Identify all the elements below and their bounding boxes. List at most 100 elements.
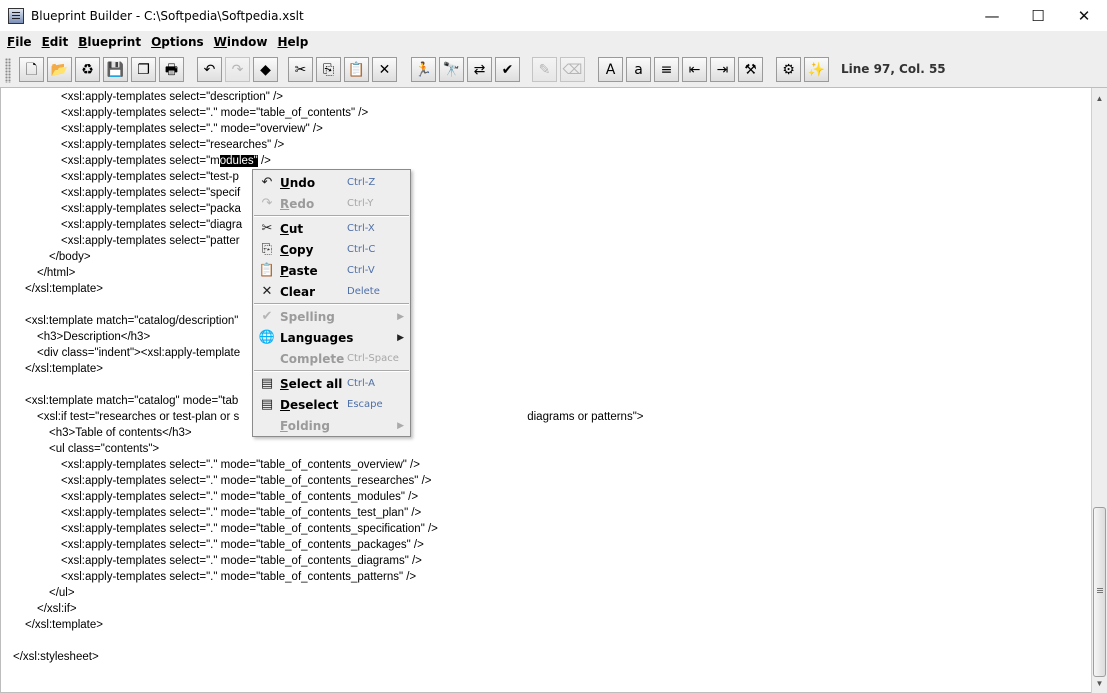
context-menu-item-folding[interactable]: Folding ▶ (253, 415, 410, 436)
code-line: <xsl:apply-templates select="." mode="ta… (61, 459, 420, 471)
vertical-scrollbar[interactable]: ▲ ▼ (1091, 88, 1107, 693)
shortcut-hint: Ctrl-Space (347, 353, 399, 364)
redo-icon: ↷ (261, 196, 273, 211)
context-menu-item-undo[interactable]: ↶ Undo Ctrl-Z (253, 172, 410, 193)
code-line: <xsl:apply-templates select="modules" /> (61, 153, 271, 169)
context-menu-label: Folding (280, 418, 330, 433)
save-all-icon[interactable]: ❐ (131, 57, 156, 82)
code-line: <xsl:apply-templates select="." mode="ta… (61, 107, 369, 119)
undo-icon: ↶ (261, 175, 273, 190)
redo-icon[interactable]: ↷ (225, 57, 250, 82)
copy-icon[interactable]: ⎘ (316, 57, 341, 82)
context-menu-item-deselect[interactable]: ▤ Deselect Escape (253, 394, 410, 415)
lowercase-icon[interactable]: a (626, 57, 651, 82)
context-menu-item-redo[interactable]: ↷ Redo Ctrl-Y (253, 193, 410, 214)
indent-decrease-icon[interactable]: ⇤ (682, 57, 707, 82)
code-line: <xsl:apply-templates select="." mode="ta… (61, 507, 422, 519)
code-line: <xsl:apply-templates select="." mode="ov… (61, 123, 323, 135)
cut-icon[interactable]: ✂ (288, 57, 313, 82)
recycle-icon[interactable]: ♻ (75, 57, 100, 82)
context-menu-item-complete[interactable]: Complete Ctrl-Space (253, 348, 410, 369)
context-menu-item-select-all[interactable]: ▤ Select all Ctrl-A (253, 373, 410, 394)
code-line: <ul class="contents"> (49, 443, 160, 455)
window-title: Blueprint Builder - C:\Softpedia\Softped… (31, 8, 304, 23)
context-menu-label: Deselect (280, 397, 339, 412)
code-text: /> (257, 155, 271, 167)
code-line: </xsl:if> (37, 603, 77, 615)
new-document-icon[interactable]: 🗋 (19, 57, 44, 82)
minimize-icon[interactable]: — (969, 0, 1015, 31)
save-icon[interactable]: 💾 (103, 57, 128, 82)
paste-icon: 📋 (258, 263, 276, 278)
goto-icon[interactable]: 🏃 (411, 57, 436, 82)
code-line: <h3>Table of contents</h3> (49, 427, 192, 439)
context-menu-label: Spelling (280, 309, 335, 324)
scroll-up-arrow-icon[interactable]: ▲ (1092, 90, 1107, 106)
code-line: <xsl:apply-templates select="test-p (61, 171, 239, 183)
code-line: <xsl:apply-templates select="description… (61, 91, 283, 103)
align-left-icon[interactable]: ≡ (654, 57, 679, 82)
languages-icon: 🌐 (258, 330, 276, 345)
tools-icon[interactable]: ⚒ (738, 57, 763, 82)
menu-separator (254, 215, 409, 217)
replace-icon[interactable]: ⇄ (467, 57, 492, 82)
code-editor[interactable]: <xsl:apply-templates select="description… (0, 88, 1091, 693)
context-menu-label: Languages (280, 330, 354, 345)
code-line: </ul> (49, 587, 75, 599)
code-line: <xsl:template match="catalog" mode="tab (25, 395, 239, 407)
deselect-icon: ▤ (260, 397, 274, 412)
context-menu-label: Clear (280, 284, 316, 299)
shortcut-hint: Ctrl-Y (347, 198, 374, 209)
context-menu-label: Select all (280, 376, 343, 391)
undo-icon[interactable]: ↶ (197, 57, 222, 82)
spellcheck-icon[interactable]: ✔ (495, 57, 520, 82)
context-menu-item-paste[interactable]: 📋 Paste Ctrl-V (253, 260, 410, 281)
find-icon[interactable]: 🔭 (439, 57, 464, 82)
toolbar: Line 97, Col. 55 🗋 📂 ♻ 💾 ❐ 🖶 ↶ ↷ ◆ ✂ ⎘ 📋 ✕ 🏃 🔭 ⇄ ✔ ✎ ⌫ Aa ≡ ⇤… (0, 52, 1107, 88)
code-line: </xsl:stylesheet> (13, 651, 99, 663)
code-line: </xsl:template> (25, 363, 103, 375)
code-line: <xsl:apply-templates select="." mode="ta… (61, 555, 422, 567)
menu-item-file[interactable]: File (2, 35, 37, 49)
shortcut-hint: Ctrl-X (347, 223, 375, 234)
context-menu-item-copy[interactable]: ⎘ Copy Ctrl-C (253, 239, 410, 260)
scrollbar-thumb[interactable] (1093, 507, 1106, 677)
code-line: </html> (37, 267, 76, 279)
menu-separator (254, 303, 409, 305)
close-icon[interactable]: ✕ (1061, 0, 1107, 31)
uppercase-icon[interactable]: A (598, 57, 623, 82)
context-menu-item-clear[interactable]: ✕ Clear Delete (253, 281, 410, 302)
menu-item-help[interactable]: Help (273, 35, 314, 49)
uncomment-icon[interactable]: ⌫ (560, 57, 585, 82)
code-line: </xsl:template> (25, 283, 103, 295)
clear-icon[interactable]: ✕ (372, 57, 397, 82)
context-menu-label: Undo (280, 175, 316, 190)
toolbar-grip[interactable] (5, 58, 11, 83)
run-icon[interactable]: ◆ (253, 57, 278, 82)
settings-icon[interactable]: ⚙ (776, 57, 801, 82)
paste-icon[interactable]: 📋 (344, 57, 369, 82)
context-menu-item-spelling[interactable]: ✔ Spelling ▶ (253, 306, 410, 327)
code-text: <xsl:apply-templates select="m (61, 155, 220, 167)
magic-wand-icon[interactable]: ✨ (804, 57, 829, 82)
indent-increase-icon[interactable]: ⇥ (710, 57, 735, 82)
menu-item-edit[interactable]: Edit (37, 35, 74, 49)
open-folder-icon[interactable]: 📂 (47, 57, 72, 82)
menu-item-window[interactable]: Window (209, 35, 273, 49)
context-menu-item-languages[interactable]: 🌐 Languages ▶ (253, 327, 410, 348)
shortcut-hint: Ctrl-V (347, 265, 375, 276)
title-bar: Blueprint Builder - C:\Softpedia\Softped… (0, 0, 1107, 31)
menu-item-options[interactable]: Options (146, 35, 209, 49)
comment-icon[interactable]: ✎ (532, 57, 557, 82)
scroll-down-arrow-icon[interactable]: ▼ (1092, 675, 1107, 691)
context-menu-label: Redo (280, 196, 315, 211)
code-line: <xsl:apply-templates select="packa (61, 203, 241, 215)
code-line: <xsl:apply-templates select="." mode="ta… (61, 539, 424, 551)
print-icon[interactable]: 🖶 (159, 57, 184, 82)
context-menu-item-cut[interactable]: ✂ Cut Ctrl-X (253, 218, 410, 239)
menu-item-blueprint[interactable]: Blueprint (73, 35, 146, 49)
maximize-icon[interactable]: ☐ (1015, 0, 1061, 31)
code-line: </xsl:template> (25, 619, 103, 631)
selected-text: odules" (219, 155, 258, 167)
code-line: <xsl:apply-templates select="." mode="ta… (61, 475, 432, 487)
